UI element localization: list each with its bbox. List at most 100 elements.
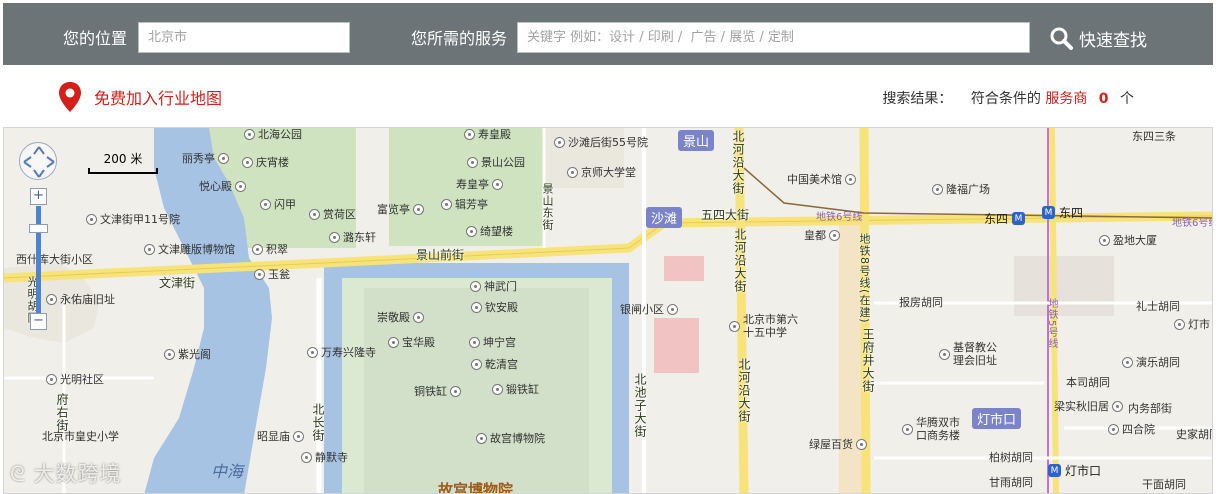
poi-dot-icon: [554, 137, 565, 148]
jingshan-badge[interactable]: 景山: [678, 130, 715, 151]
poi-wenjinpub[interactable]: 文津雕版博物馆: [144, 243, 235, 256]
poi-dot-icon: [470, 281, 481, 292]
poi-xichu[interactable]: 西什库大街小区: [16, 253, 93, 266]
poi-jingshanpark[interactable]: 景山公园: [467, 156, 525, 169]
map-pin-icon: [59, 82, 81, 112]
join-map-link[interactable]: 免费加入行业地图: [58, 81, 222, 113]
poi-dot-icon: [729, 320, 740, 332]
poi-mianjuan[interactable]: 锻铁缸: [492, 383, 539, 396]
service-keyword-input[interactable]: [517, 22, 1030, 53]
poi-jingmo[interactable]: 静默寺: [301, 451, 348, 464]
poi-longfu[interactable]: 隆福广场: [932, 183, 990, 196]
poi-baohua[interactable]: 宝华殿: [388, 336, 435, 349]
pan-arrows-icon: [23, 146, 55, 178]
search-result-summary: 搜索结果： 符合条件的 服务商 0 个: [882, 88, 1134, 108]
poi-dot-icon: [46, 294, 57, 305]
poi-ziguang[interactable]: 紫光阁: [164, 348, 211, 361]
dengshikou-badge[interactable]: 灯市口: [972, 408, 1022, 429]
subway-dongsi-a[interactable]: 东四 M: [984, 210, 1029, 227]
poi-huateng[interactable]: 华腾双市口商务楼: [902, 416, 966, 442]
poi-beihai[interactable]: 北海公园: [244, 128, 302, 141]
road-beichizi: 北池子大街: [633, 373, 647, 438]
poi-boshu[interactable]: 北京市第六十五中学: [729, 313, 803, 339]
poi-gaidi[interactable]: 盈地大厦: [1099, 234, 1157, 247]
poi-shijia[interactable]: 史家胡同: [1176, 428, 1212, 441]
poi-ganyu[interactable]: 甘雨胡同: [989, 476, 1033, 489]
poi-shatan55[interactable]: 沙滩后街55号院: [554, 136, 648, 149]
poi-shuhuang[interactable]: 寿皇亭: [456, 178, 506, 191]
provider-link[interactable]: 服务商: [1045, 91, 1087, 107]
location-input[interactable]: [138, 22, 350, 53]
poi-dot-icon: [471, 302, 482, 313]
poi-yinhe[interactable]: 银闸小区: [620, 303, 681, 316]
shatan-badge[interactable]: 沙滩: [646, 207, 683, 228]
zoom-slider-handle[interactable]: [29, 224, 48, 233]
quick-search-button[interactable]: 快速查找: [1049, 23, 1147, 53]
poi-shenwu[interactable]: 神武门: [470, 280, 517, 293]
service-label: 您所需的服务: [411, 29, 508, 48]
poi-dot-icon: [464, 129, 475, 140]
subway-dongsi-b[interactable]: M 东四: [1042, 204, 1083, 221]
poi-benchi[interactable]: 本司胡同: [1066, 376, 1110, 389]
road-jingshan-east: 景山东街: [541, 183, 554, 231]
poi-dot-icon: [441, 199, 452, 210]
poi-tongtie[interactable]: 铜铁缸: [414, 385, 464, 398]
poi-jidujiao[interactable]: 基督教公理会旧址: [939, 341, 1003, 367]
poi-beijingxiao[interactable]: 北京市皇史小学: [42, 430, 119, 443]
poi-dongsisantiao[interactable]: 东四三条: [1132, 130, 1176, 143]
poi-neiwu[interactable]: 内务部街: [1128, 402, 1172, 415]
poi-jingshi[interactable]: 京师大学堂: [567, 166, 636, 179]
scale-label: 200 米: [103, 152, 143, 166]
poi-ganmian[interactable]: 干面胡同: [1142, 478, 1186, 491]
subway-icon: M: [1048, 464, 1061, 477]
poi-dot-icon: [492, 384, 503, 395]
poi-lixiu[interactable]: 丽秀亭: [182, 152, 232, 165]
poi-guangming[interactable]: 光明社区: [46, 373, 104, 386]
map-scale: 200 米: [88, 150, 158, 174]
map-pan-control[interactable]: [19, 142, 57, 180]
poi-gugongmuseum[interactable]: 故宫博物院: [476, 432, 545, 445]
poi-shuiqi[interactable]: 潞东轩: [329, 231, 376, 244]
map-canvas[interactable]: 文津街 景山前街 五四大街 北河沿大街 北河沿大街 北河沿大街 王府井大街 北池…: [3, 127, 1213, 494]
poi-shouhuangdian[interactable]: 寿皇殿: [464, 128, 511, 141]
poi-dot-icon: [242, 157, 253, 168]
poi-huangdu[interactable]: 皇都: [804, 229, 843, 242]
poi-zhaopian[interactable]: 昭显庙: [257, 430, 307, 443]
zoom-in-button[interactable]: +: [30, 188, 47, 205]
poi-yanle[interactable]: 演乐胡同: [1122, 356, 1180, 369]
poi-shangqin[interactable]: 赏荷区: [309, 208, 356, 221]
line5-label: 地铁5号线: [1046, 298, 1057, 350]
poi-kunning[interactable]: 坤宁宫: [469, 336, 516, 349]
poi-yuexin[interactable]: 悦心殿: [199, 180, 249, 193]
poi-sihe[interactable]: 四合院: [1108, 423, 1155, 436]
poi-liangshi[interactable]: 梁实秋旧居: [1054, 400, 1126, 413]
poi-qianqing[interactable]: 乾清宫: [471, 358, 518, 371]
poi-jifang[interactable]: 辑芳亭: [441, 198, 488, 211]
poi-boyi[interactable]: 柏树胡同: [989, 451, 1033, 464]
zoom-slider[interactable]: [36, 206, 41, 313]
poi-dot-icon: [567, 167, 578, 178]
poi-wenjin11[interactable]: 文津街甲11号院: [86, 213, 180, 226]
poi-shanzhen[interactable]: 闪甲: [260, 198, 296, 211]
poi-fushang[interactable]: 富览亭: [377, 203, 427, 216]
road-beiheyan-top: 北河沿大街: [731, 130, 745, 195]
poi-dot-icon: [1174, 319, 1185, 330]
zoom-out-button[interactable]: −: [30, 313, 47, 330]
poi-qingxiao[interactable]: 庆宵楼: [242, 156, 289, 169]
poi-dengtou[interactable]: 灯市: [1174, 318, 1210, 331]
poi-lishi[interactable]: 礼士胡同: [1136, 300, 1180, 313]
poi-lvwu[interactable]: 绿屋百货: [809, 438, 870, 451]
poi-dot-icon: [293, 431, 304, 442]
subway-dengshikou[interactable]: M 灯市口: [1048, 462, 1101, 479]
poi-baofang[interactable]: 报房胡同: [899, 296, 943, 309]
poi-dot-icon: [1122, 357, 1133, 368]
result-count: 0: [1098, 91, 1109, 107]
poi-yuweng[interactable]: 玉瓮: [254, 268, 290, 281]
poi-qilu[interactable]: 绮望楼: [466, 225, 513, 238]
poi-chongjing[interactable]: 崇敬殿: [377, 311, 427, 324]
poi-wanshou[interactable]: 万寿兴隆寺: [307, 346, 376, 359]
poi-zhinv[interactable]: 积翠: [252, 243, 288, 256]
poi-yongyou[interactable]: 永佑庙旧址: [46, 293, 115, 306]
poi-qinan[interactable]: 钦安殿: [471, 301, 518, 314]
poi-meishuguan[interactable]: 中国美术馆: [787, 173, 856, 186]
